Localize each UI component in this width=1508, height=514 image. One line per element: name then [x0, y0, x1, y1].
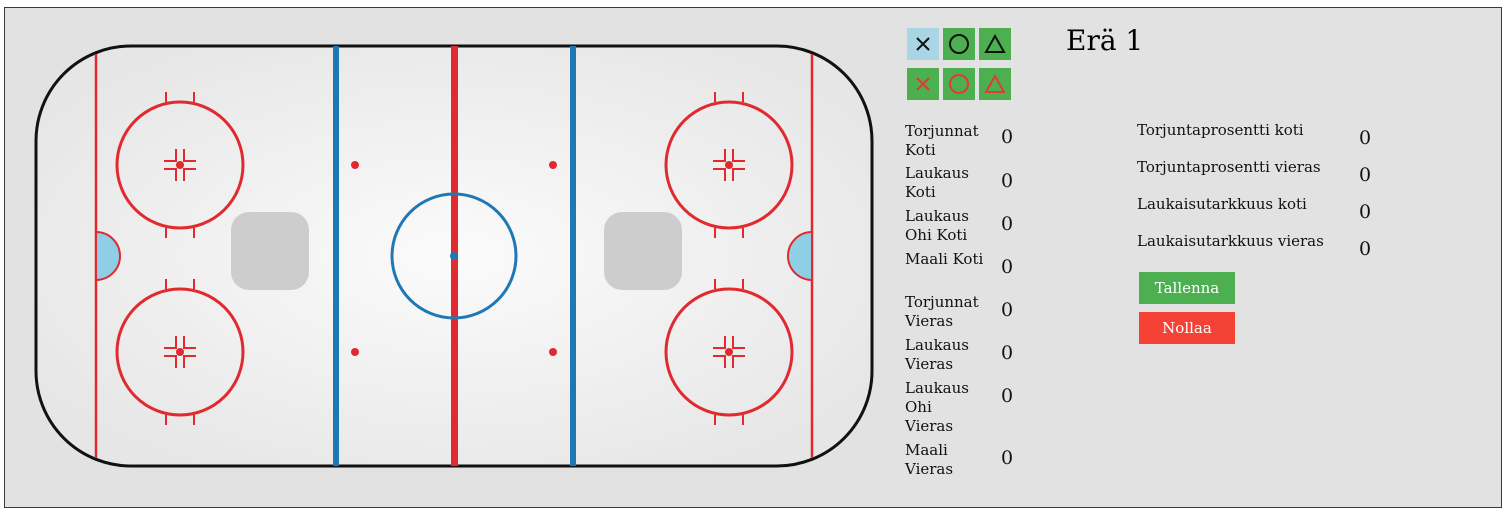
- blue-line-left: [333, 46, 339, 466]
- stat-label: Laukaus Ohi Koti: [905, 207, 969, 244]
- neutral-dot: [549, 161, 557, 169]
- triangle-icon: [984, 73, 1006, 93]
- stat-value: 0: [1001, 447, 1014, 469]
- x-icon: [916, 77, 930, 91]
- stat-value: 0: [1001, 385, 1014, 407]
- stat-label: Laukaus Vieras: [905, 336, 969, 373]
- period-title: Erä 1: [1066, 24, 1144, 57]
- stat-label: Torjunnat Vieras: [905, 293, 979, 330]
- x-marker-red-button[interactable]: [907, 68, 939, 100]
- stat-label: Maali Vieras: [905, 441, 954, 478]
- shot-acc-away-label: Laukaisutarkkuus vieras: [1137, 232, 1324, 250]
- hockey-rink[interactable]: [30, 40, 878, 472]
- shot-acc-home-label: Laukaisutarkkuus koti: [1137, 195, 1307, 213]
- center-dot: [450, 252, 458, 260]
- x-marker-button[interactable]: [907, 28, 939, 60]
- triangle-marker-button[interactable]: [979, 28, 1011, 60]
- save-pct-home-value: 0: [1359, 127, 1372, 149]
- neutral-dot: [549, 348, 557, 356]
- goal-net-right: [604, 212, 682, 290]
- save-pct-home-label: Torjuntaprosentti koti: [1137, 121, 1304, 139]
- reset-button[interactable]: Nollaa: [1139, 312, 1235, 344]
- save-pct-away-value: 0: [1359, 164, 1372, 186]
- blue-line-right: [570, 46, 576, 466]
- stat-label: Torjunnat Koti: [905, 122, 979, 159]
- shot-acc-away-value: 0: [1359, 238, 1372, 260]
- circle-marker-red-button[interactable]: [943, 68, 975, 100]
- circle-icon: [949, 74, 969, 94]
- goal-net-left: [231, 212, 309, 290]
- neutral-dot: [351, 161, 359, 169]
- shot-acc-home-value: 0: [1359, 201, 1372, 223]
- save-pct-away-label: Torjuntaprosentti vieras: [1137, 158, 1321, 176]
- circle-marker-button[interactable]: [943, 28, 975, 60]
- x-icon: [916, 37, 930, 51]
- stat-label: Laukaus Ohi Vieras: [905, 379, 969, 435]
- stat-value: 0: [1001, 170, 1014, 192]
- save-button[interactable]: Tallenna: [1139, 272, 1235, 304]
- circle-icon: [949, 34, 969, 54]
- stat-label: Maali Koti: [905, 250, 984, 268]
- stat-value: 0: [1001, 299, 1014, 321]
- stat-value: 0: [1001, 342, 1014, 364]
- stat-value: 0: [1001, 126, 1014, 148]
- stat-value: 0: [1001, 213, 1014, 235]
- triangle-marker-red-button[interactable]: [979, 68, 1011, 100]
- triangle-icon: [984, 33, 1006, 53]
- stat-label: Laukaus Koti: [905, 164, 969, 201]
- neutral-dot: [351, 348, 359, 356]
- stat-value: 0: [1001, 256, 1014, 278]
